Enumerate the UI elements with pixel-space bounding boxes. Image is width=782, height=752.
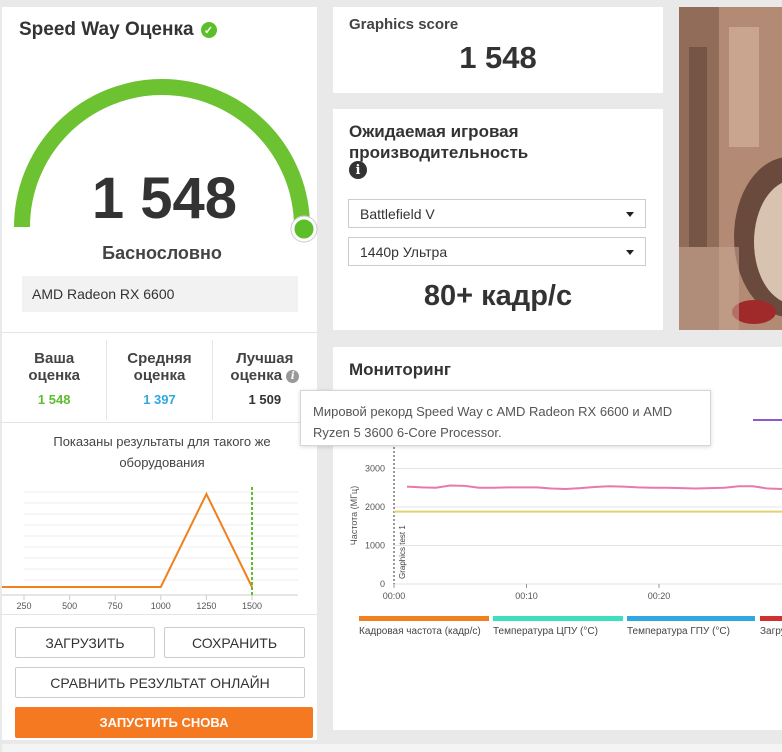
- x-tick-label: 00:20: [648, 591, 671, 601]
- score-rating: Баснословно: [102, 243, 222, 263]
- your-score-column: Ваша оценка 1 548: [2, 340, 108, 420]
- x-tick-label: 00:00: [383, 591, 406, 601]
- histogram-tick-label: 750: [108, 601, 123, 611]
- y-tick-label: 2000: [365, 502, 385, 512]
- load-button[interactable]: ЗАГРУЗИТЬ: [15, 627, 155, 658]
- preset-select[interactable]: 1440p Ультра: [348, 237, 646, 266]
- check-circle-icon: ✓: [200, 22, 217, 38]
- legend-item-load[interactable]: Загру: [760, 616, 782, 637]
- graphics-score-title: Graphics score: [349, 16, 459, 33]
- histogram-tick-label: 250: [16, 601, 31, 611]
- save-button[interactable]: СОХРАНИТЬ: [164, 627, 305, 658]
- histogram-line: [2, 491, 253, 588]
- average-score-value: 1 397: [143, 392, 176, 407]
- benchmark-artwork: [679, 7, 782, 330]
- graphics-score-panel: Graphics score 1 548: [333, 7, 663, 93]
- legend-label: Кадровая частота (кадр/с): [359, 626, 481, 637]
- preset-select-value: 1440p Ультра: [360, 244, 448, 260]
- legend-swatch: [493, 616, 623, 621]
- score-comparison: Ваша оценка 1 548 Средняя оценка 1 397 Луч…: [2, 340, 317, 420]
- histogram-tick-label: 1500: [242, 601, 262, 611]
- test-marker-label: Graphics test 1: [398, 525, 407, 579]
- y-tick-label: 0: [380, 579, 385, 589]
- bottom-panel-edge: [2, 744, 782, 752]
- score-title-text: Speed Way Оценка: [19, 19, 194, 40]
- your-score-value: 1 548: [37, 392, 71, 407]
- series-line-pink: [406, 484, 782, 490]
- average-score-column: Средняя оценка 1 397: [107, 340, 213, 420]
- divider: [2, 332, 317, 333]
- average-score-label: Средняя оценка: [127, 350, 192, 384]
- run-again-button[interactable]: ЗАПУСТИТЬ СНОВА: [15, 707, 313, 738]
- score-value: 1 548: [91, 166, 238, 231]
- legend-swatch: [627, 616, 755, 621]
- score-histogram: 250 500 750 1000 1250 1500: [2, 487, 298, 611]
- y-tick-label: 1000: [365, 541, 385, 551]
- score-panel: Speed Way Оценка ✓ 1 548 Баснословно AMD…: [2, 7, 318, 740]
- best-score-label: Лучшая оценка i: [213, 350, 317, 384]
- legend-label: Загру: [760, 626, 782, 637]
- legend-item-cpu-temp[interactable]: Температура ЦПУ (°С): [493, 616, 623, 637]
- info-icon[interactable]: i: [286, 369, 300, 383]
- monitoring-title: Мониторинг: [349, 360, 451, 379]
- histogram-tick-label: 1000: [151, 601, 171, 611]
- performance-title: Ожидаемая игровая производительность: [349, 122, 529, 162]
- monitoring-chart: 0 1000 2000 3000 Graphics test 1 Частота (МГц…: [349, 419, 782, 601]
- histogram-tick-label: 1250: [196, 601, 216, 611]
- gpu-name: AMD Radeon RX 6600: [22, 276, 298, 312]
- legend-swatch: [760, 616, 782, 621]
- game-select[interactable]: Battlefield V: [348, 199, 646, 228]
- x-tick-label: 00:10: [515, 591, 538, 601]
- score-panel-title: Speed Way Оценка ✓: [19, 19, 217, 41]
- graphics-score-value: 1 548: [459, 40, 537, 75]
- histogram-caption: Показаны результаты для такого же оборуд…: [53, 434, 271, 470]
- y-tick-label: 3000: [365, 464, 385, 474]
- divider: [2, 614, 317, 615]
- expected-fps: 80+ кадр/с: [423, 280, 573, 312]
- game-select-value: Battlefield V: [360, 206, 435, 222]
- info-icon[interactable]: i: [349, 161, 367, 179]
- legend-label: Температура ГПУ (°С): [627, 626, 730, 637]
- legend-item-framerate[interactable]: Кадровая частота (кадр/с): [359, 616, 489, 637]
- y-axis-label: Частота (МГц): [349, 486, 359, 545]
- compare-online-button[interactable]: СРАВНИТЬ РЕЗУЛЬТАТ ОНЛАЙН: [15, 667, 305, 698]
- artwork-image: [679, 7, 782, 330]
- legend-label: Температура ЦПУ (°С): [493, 626, 598, 637]
- expected-performance-panel: Ожидаемая игровая производительность i Ba…: [333, 109, 663, 330]
- histogram-tick-label: 500: [62, 601, 77, 611]
- caret-down-icon: [626, 212, 634, 217]
- best-score-tooltip: Мировой рекорд Speed Way с AMD Radeon RX…: [300, 390, 711, 446]
- legend-swatch: [359, 616, 489, 621]
- legend-item-gpu-temp[interactable]: Температура ГПУ (°С): [627, 616, 755, 637]
- divider: [2, 422, 317, 423]
- your-score-label: Ваша оценка: [28, 350, 80, 384]
- caret-down-icon: [626, 250, 634, 255]
